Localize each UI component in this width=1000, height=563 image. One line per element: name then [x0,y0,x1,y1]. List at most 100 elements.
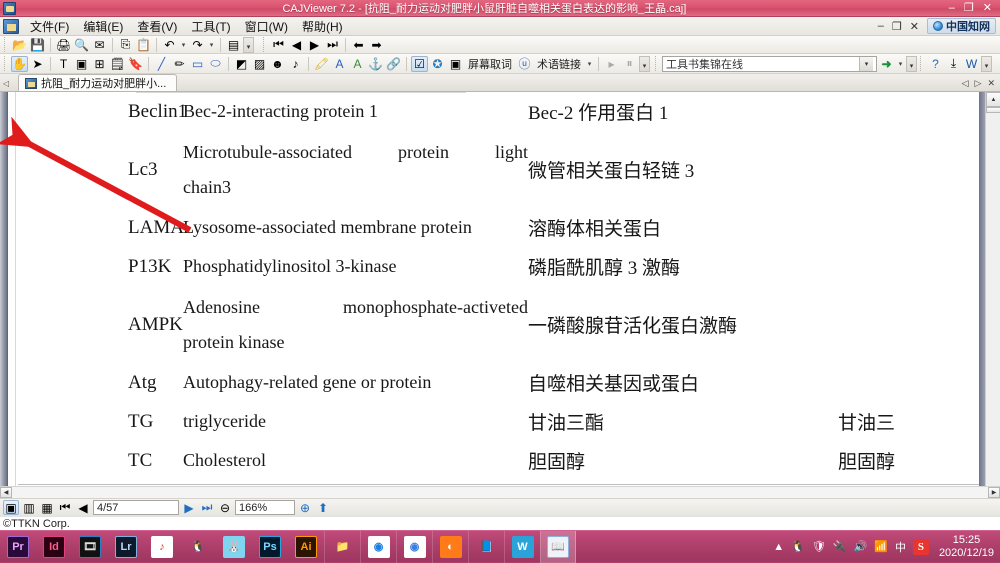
anchor-icon[interactable]: ⚓ [367,56,384,72]
annotation-toolbar-overflow-button[interactable]: ▾ [639,55,650,72]
zoom-level-input[interactable]: 166% [235,500,295,515]
menu-item-edit[interactable]: 编辑(E) [76,16,130,37]
next-page-icon[interactable]: ▶ [306,37,323,53]
first-page-icon[interactable]: ⏮ [270,37,287,53]
reference-toolbar-overflow-button[interactable]: ▾ [906,55,917,72]
single-page-icon[interactable]: ▣ [3,500,19,515]
image-select-icon[interactable]: ▣ [73,56,90,72]
qq-icon[interactable]: 🐧 [180,531,216,563]
open-icon[interactable]: 📂 [11,37,28,53]
last-page-button[interactable]: ⏭ [199,500,215,515]
firefox-icon[interactable]: ◐ [432,530,468,563]
tab-nav-right-icon[interactable]: ▷ [975,78,982,89]
menu-item-tools[interactable]: 工具(T) [184,16,237,37]
adobe-illustrator-icon[interactable]: Ai [288,531,324,563]
cajviewer-taskbar-icon[interactable]: 📖 [540,530,576,563]
adobe-photoshop-icon[interactable]: Ps [252,531,288,563]
toolbar-grip[interactable] [263,37,267,52]
undo-icon[interactable]: ↶ [161,37,178,53]
video-editor-icon[interactable]: 🎞 [72,531,108,563]
term-prev-icon[interactable]: ▸ [603,56,620,72]
tab-nav-left-icon[interactable]: ◁ [962,78,969,89]
last-page-icon[interactable]: ⏭ [324,37,341,53]
kugou-music-icon[interactable]: ♪ [144,531,180,563]
toolbar-grip[interactable] [655,56,659,71]
page-layout-icon[interactable]: ▤ [225,37,242,53]
horizontal-scrollbar[interactable]: ◀ ▶ [0,486,1000,498]
facing-page-icon[interactable]: ▦ [39,500,55,515]
menu-item-file[interactable]: 文件(F) [23,16,76,37]
adobe-indesign-icon[interactable]: Id [36,531,72,563]
note-icon[interactable]: 🗒 [109,56,126,72]
reference-book-combo[interactable]: 工具书集锦在线 ▾ [662,55,877,72]
toolbar-grip[interactable] [4,56,8,71]
continuous-page-icon[interactable]: ▥ [21,500,37,515]
underline-icon[interactable]: A [349,56,366,72]
document-tab[interactable]: 抗阻_耐力运动对肥胖小... [18,74,178,91]
toolbar-grip[interactable] [4,37,8,52]
paste-icon[interactable]: 📋 [135,37,152,53]
emoji-icon[interactable]: ☻ [269,56,286,72]
zoom-out-button[interactable]: ⊖ [217,500,233,515]
ime-icon[interactable]: 中 [895,539,906,555]
volume-icon[interactable]: 🔊 [854,540,868,553]
term-link-label[interactable]: 术语链接 [534,56,584,72]
document-close-button[interactable]: ✕ [910,20,919,33]
document-viewport[interactable]: Beclin1 Bec-2-interacting protein 1 Bec-2 … [0,92,1000,490]
next-page-button[interactable]: ▶ [181,500,197,515]
screen-capture-word-label[interactable]: 屏幕取词 [465,56,515,72]
highlight-icon[interactable]: 🖍 [313,56,330,72]
google-chrome-icon[interactable]: ◉ [396,530,432,563]
redo-dropdown-icon[interactable]: ▾ [207,37,216,53]
qq-tray-icon[interactable]: 🐧 [791,540,805,553]
restore-button[interactable]: ❐ [964,2,974,14]
redo-icon[interactable]: ↷ [189,37,206,53]
reference-go-dropdown-icon[interactable]: ▾ [896,56,905,72]
go-back-icon[interactable]: ⬅ [350,37,367,53]
chevron-down-icon[interactable]: ▾ [859,56,873,71]
export-icon[interactable]: ⤓ [945,56,962,72]
minimize-button[interactable]: – [949,2,955,14]
vertical-scroll-thumb[interactable] [986,107,1000,113]
eraser-icon[interactable]: ▨ [251,56,268,72]
select-tool-icon[interactable]: ➤ [29,56,46,72]
menu-item-help[interactable]: 帮助(H) [295,16,350,37]
qq-browser-icon[interactable]: ◉ [360,530,396,563]
term-next-icon[interactable]: ⏸ [621,56,638,72]
export-toolbar-overflow-button[interactable]: ▾ [981,55,992,72]
previous-page-icon[interactable]: ◀ [288,37,305,53]
page-number-input[interactable]: 4/57 [93,500,179,515]
print-icon[interactable]: 🖨 [55,37,72,53]
horizontal-scroll-track[interactable] [12,487,988,498]
scroll-right-icon[interactable]: ▶ [988,487,1000,498]
tab-close-icon[interactable]: ✕ [987,78,995,89]
hand-tool-icon[interactable]: ✋ [11,55,28,72]
sogou-input-icon[interactable]: S [912,538,929,555]
help-icon[interactable]: ? [927,56,944,72]
adobe-premiere-icon[interactable]: Pr [0,531,36,563]
convert-to-word-icon[interactable]: W [963,56,980,72]
network-icon[interactable]: 📶 [874,540,888,553]
wps-office-icon[interactable]: W [504,530,540,563]
first-page-button[interactable]: ⏮ [57,500,73,515]
reference-go-button[interactable]: ➜ [878,56,895,72]
file-explorer-icon[interactable]: 📁 [324,530,360,563]
usb-device-icon[interactable]: 🔌 [833,540,847,553]
rabbit-app-icon[interactable]: 🐰 [216,531,252,563]
vertical-scrollbar[interactable]: ▲ [985,92,1000,490]
document-minimize-button[interactable]: – [878,20,884,32]
sound-icon[interactable]: ♪ [287,56,304,72]
tab-scroll-left-icon[interactable]: ◁ [0,79,12,91]
toolbar-overflow-button[interactable]: ▾ [243,36,254,53]
cnki-button[interactable]: 中国知网 [927,18,996,34]
term-link-icon[interactable]: ⓤ [516,56,533,72]
cajviewer-app-icon[interactable] [3,1,16,15]
capture-region-icon[interactable]: ▣ [447,56,464,72]
adobe-lightroom-icon[interactable]: Lr [108,531,144,563]
toolbar-grip[interactable] [920,56,924,71]
previous-page-button[interactable]: ◀ [75,500,91,515]
go-forward-icon[interactable]: ➡ [368,37,385,53]
save-icon[interactable]: 💾 [29,37,46,53]
table-select-icon[interactable]: ⊞ [91,56,108,72]
notepad-icon[interactable]: 📘 [468,530,504,563]
